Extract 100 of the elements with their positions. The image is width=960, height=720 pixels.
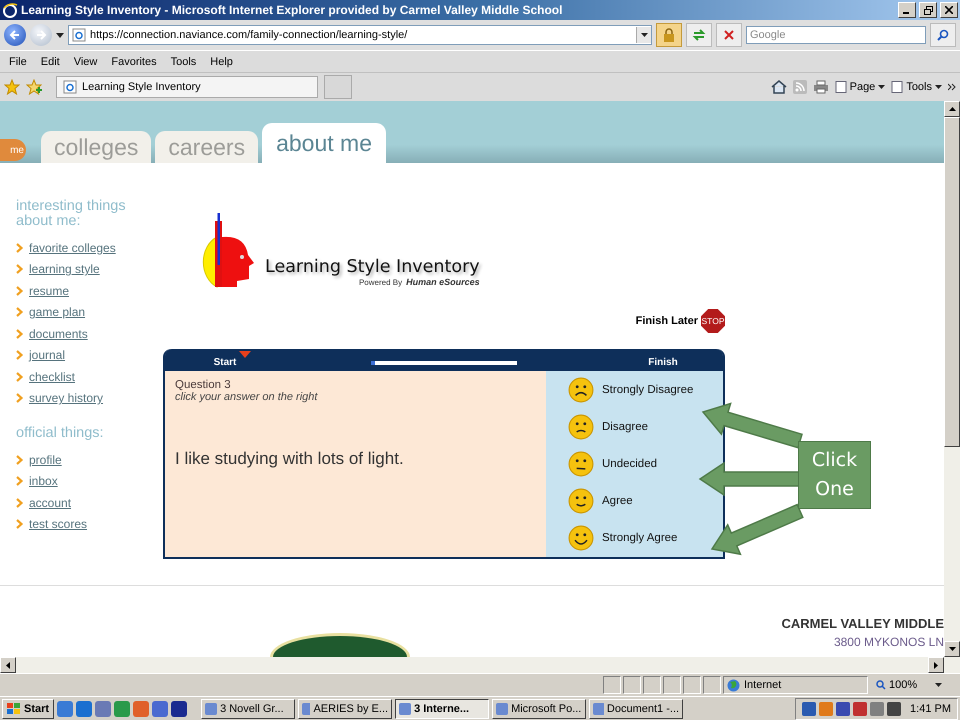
close-button[interactable] — [940, 2, 958, 18]
more-chevron-icon[interactable] — [948, 83, 956, 91]
status-pane — [703, 676, 721, 694]
finish-label: Finish — [647, 356, 679, 368]
sidebar-link[interactable]: favorite colleges — [29, 240, 116, 255]
answer-option[interactable]: Disagree — [568, 414, 648, 440]
menu-item[interactable]: File — [2, 56, 34, 68]
status-pane — [683, 676, 701, 694]
refresh-button[interactable] — [686, 23, 712, 47]
answer-option[interactable]: Agree — [568, 488, 633, 514]
browser-tab[interactable]: Learning Style Inventory — [56, 76, 318, 98]
sidebar-link[interactable]: journal — [29, 348, 66, 362]
favorites-star-icon[interactable] — [4, 79, 20, 95]
tray-icon[interactable] — [887, 702, 902, 716]
status-pane — [623, 676, 641, 694]
status-pane — [603, 676, 621, 694]
browser-page-icon — [63, 80, 77, 94]
menu-item[interactable]: Favorites — [104, 56, 164, 68]
stop-button[interactable] — [716, 23, 742, 47]
clock: 1:41 PM — [910, 703, 951, 715]
browser-logo-icon — [2, 2, 18, 18]
answer-option[interactable]: Strongly Agree — [568, 525, 678, 552]
smiley-face-icon — [568, 450, 594, 477]
page-icon — [891, 81, 904, 93]
taskbar-button[interactable]: Document1 -... — [589, 699, 684, 719]
scroll-down-button[interactable] — [944, 641, 960, 657]
add-favorite-icon[interactable] — [26, 79, 42, 95]
quick-launch-icon[interactable] — [76, 701, 92, 717]
powered-by-label: Powered By — [358, 278, 402, 287]
chevron-icon — [16, 476, 23, 486]
windows-flag-icon — [7, 703, 21, 715]
sidebar-link[interactable]: learning style — [29, 262, 100, 276]
address-field[interactable]: https://connection.naviance.com/family-connection/learning-style/ — [68, 25, 652, 45]
quick-launch-icon[interactable] — [171, 701, 188, 717]
taskbar-button[interactable]: 3 Interne... — [395, 699, 490, 719]
start-button[interactable]: Start — [2, 699, 54, 719]
answer-option[interactable]: Undecided — [568, 450, 657, 477]
brand-name: Human eSources — [406, 277, 480, 287]
search-button[interactable] — [930, 23, 956, 47]
sidebar-link[interactable]: survey history — [29, 391, 104, 406]
tray-icon[interactable] — [853, 702, 868, 716]
taskbar-button[interactable]: AERIES by E... — [298, 699, 392, 719]
menu-item[interactable]: Tools — [164, 56, 204, 68]
search-icon — [936, 29, 950, 41]
chevron-icon — [16, 350, 23, 360]
chevron-icon — [16, 242, 23, 253]
sidebar-link[interactable]: game plan — [29, 305, 86, 320]
menu-item[interactable]: Edit — [34, 56, 67, 68]
sidebar-link[interactable]: documents — [29, 326, 88, 341]
finish-later-link[interactable]: Finish Later — [636, 315, 698, 327]
scroll-left-button[interactable] — [0, 657, 16, 673]
site-tab[interactable]: about me — [262, 123, 386, 163]
restore-icon — [924, 6, 932, 14]
search-field[interactable]: Google — [746, 26, 926, 44]
page-icon — [834, 81, 847, 93]
app-icon — [399, 703, 412, 715]
scrollbar-thumb[interactable] — [944, 117, 960, 447]
stop-sign-button[interactable]: STOP — [701, 309, 725, 333]
sidebar-heading: interesting things about me: — [16, 199, 127, 229]
taskbar-button[interactable]: 3 Novell Gr... — [201, 699, 296, 719]
window-title: Learning Style Inventory - Microsoft Internet Explorer provided by Carmel Valley Middle School — [21, 3, 564, 17]
tray-icon[interactable] — [802, 702, 816, 716]
logo-title: Learning Style Inventory — [265, 257, 480, 277]
zoom-button[interactable]: 100% — [870, 677, 956, 693]
taskbar-button[interactable]: Microsoft Po... — [492, 699, 586, 719]
restore-button[interactable] — [919, 2, 937, 18]
chevron-icon — [16, 264, 23, 274]
sidebar-link[interactable]: account — [29, 496, 72, 510]
right-arrow-icon — [934, 662, 938, 668]
smiley-face-icon — [568, 376, 594, 403]
back-button[interactable] — [4, 24, 26, 46]
sidebar-link[interactable]: resume — [29, 284, 70, 298]
answer-option[interactable]: Strongly Disagree — [568, 376, 694, 403]
command-button[interactable]: Page — [834, 81, 886, 93]
print-icon[interactable] — [812, 80, 829, 94]
down-arrow-icon — [948, 647, 956, 651]
start-label: Start — [214, 356, 236, 368]
lock-button[interactable] — [656, 23, 682, 47]
minimize-button[interactable] — [898, 2, 916, 18]
chevron-icon — [16, 328, 23, 339]
sidebar-link[interactable]: checklist — [29, 370, 76, 384]
menu-item[interactable]: Help — [203, 56, 240, 68]
chevron-icon — [16, 498, 23, 508]
sidebar-link[interactable]: inbox — [29, 474, 58, 488]
question-text: I like studying with lots of light. — [175, 449, 405, 469]
dropdown-arrow-icon[interactable] — [56, 32, 64, 38]
home-icon[interactable] — [770, 79, 787, 95]
refresh-icon — [692, 28, 706, 42]
sidebar-link[interactable]: profile — [29, 452, 62, 467]
command-button[interactable]: Tools — [891, 81, 942, 93]
app-icon — [593, 703, 604, 715]
scroll-right-button[interactable] — [928, 657, 944, 673]
sidebar-link[interactable]: test scores — [29, 517, 88, 532]
scroll-up-button[interactable] — [944, 101, 960, 117]
app-icon — [205, 703, 218, 715]
question-number: Question 3 — [175, 379, 232, 391]
app-icon — [496, 703, 508, 715]
menu-item[interactable]: View — [66, 56, 104, 68]
tray-icon[interactable] — [836, 702, 850, 716]
close-icon — [724, 30, 734, 40]
